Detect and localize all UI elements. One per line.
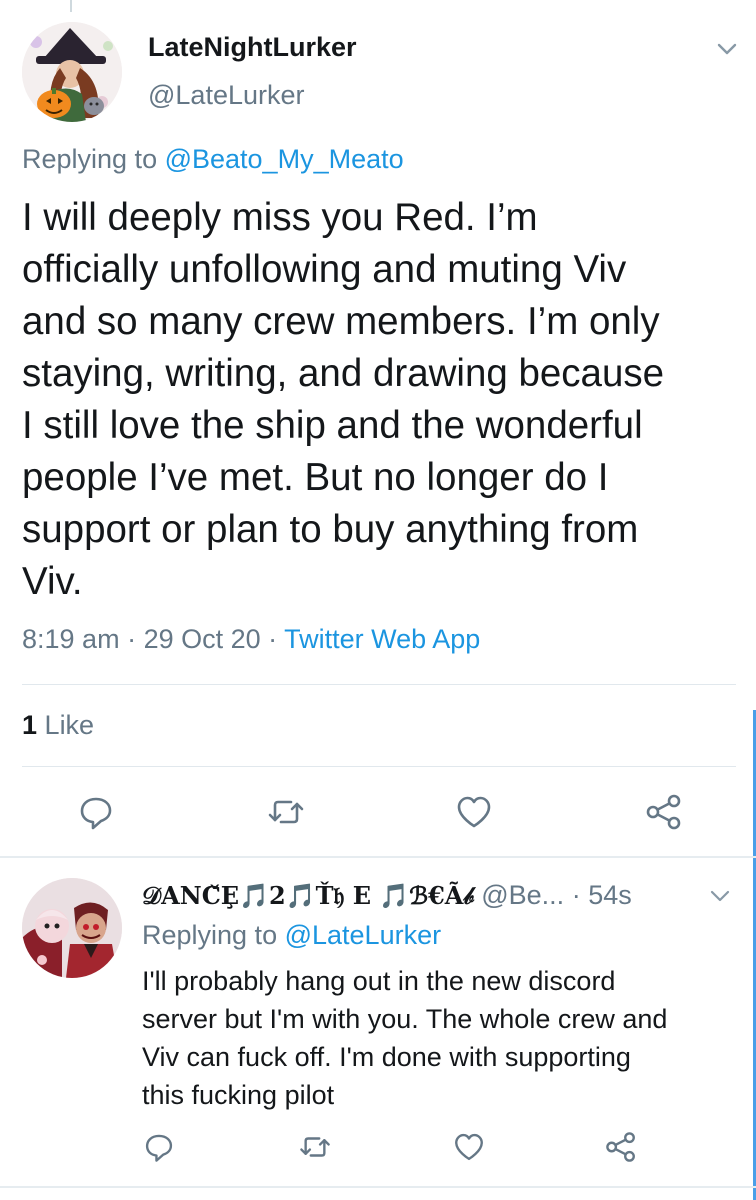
tweet-body-line: Viv can fuck off. I'm done with supporti… xyxy=(142,1042,631,1072)
divider xyxy=(22,766,736,767)
replying-prefix: Replying to xyxy=(142,920,285,950)
like-label: Like xyxy=(44,710,95,740)
heart-icon[interactable] xyxy=(452,1130,486,1164)
avatar[interactable] xyxy=(22,878,122,978)
tweet-meta: 8:19 am · 29 Oct 20 · Twitter Web App xyxy=(22,624,481,654)
divider xyxy=(22,684,736,685)
replying-to: Replying to @Beato_My_Meato xyxy=(22,144,404,175)
main-tweet: LateNightLurker @LateLurker Replying to … xyxy=(0,0,756,856)
likes-summary[interactable]: 1 Like xyxy=(22,710,94,741)
replying-to-mention[interactable]: @Beato_My_Meato xyxy=(165,144,404,174)
tweet-body-line: officially unfollowing and muting Viv xyxy=(22,248,627,291)
tweet-time[interactable]: 8:19 am xyxy=(22,624,120,654)
like-count: 1 xyxy=(22,710,38,740)
avatar-image xyxy=(22,878,122,978)
tweet-time-ago[interactable]: 54s xyxy=(588,880,632,910)
user-handle[interactable]: @LateLurker xyxy=(148,80,305,111)
avatar[interactable] xyxy=(22,22,122,122)
tweet-body-line: and so many crew members. I’m only xyxy=(22,300,660,343)
avatar-image xyxy=(22,22,122,122)
retweet-icon[interactable] xyxy=(266,792,306,832)
tweet-separator xyxy=(0,1186,756,1188)
tweet-body: I will deeply miss you Red. I’m official… xyxy=(22,192,742,608)
replying-prefix: Replying to xyxy=(22,144,165,174)
reply-icon[interactable] xyxy=(142,1130,176,1164)
share-icon[interactable] xyxy=(604,1130,638,1164)
tweet-body: I'll probably hang out in the new discor… xyxy=(142,962,742,1114)
replying-to: Replying to @LateLurker xyxy=(142,920,441,951)
chevron-down-icon[interactable] xyxy=(714,36,740,62)
display-name[interactable]: 𝒟AN𝐂̌Ȩ🎵2🎵Ť𝔥 E 🎵ℬ€Ã𝒷 xyxy=(142,881,474,910)
tweet-body-line: support or plan to buy anything from xyxy=(22,508,639,551)
replying-to-mention[interactable]: @LateLurker xyxy=(285,920,442,950)
tweet-body-line: Viv. xyxy=(22,560,83,603)
reply-icon[interactable] xyxy=(76,792,116,832)
reply-header: 𝒟AN𝐂̌Ȩ🎵2🎵Ť𝔥 E 🎵ℬ€Ã𝒷 @Be... · 54s xyxy=(142,880,632,910)
tweet-separator xyxy=(0,856,756,858)
tweet-body-line: people I’ve met. But no longer do I xyxy=(22,456,609,499)
display-name[interactable]: LateNightLurker xyxy=(148,32,357,63)
tweet-source[interactable]: Twitter Web App xyxy=(284,624,480,654)
tweet-date[interactable]: 29 Oct 20 xyxy=(144,624,261,654)
tweet-body-line: I still love the ship and the wonderful xyxy=(22,404,643,447)
tweet-body-line: this fucking pilot xyxy=(142,1080,335,1110)
user-handle[interactable]: @Be... xyxy=(481,880,564,910)
tweet-body-line: staying, writing, and drawing because xyxy=(22,352,665,395)
heart-icon[interactable] xyxy=(454,792,494,832)
tweet-body-line: server but I'm with you. The whole crew … xyxy=(142,1004,668,1034)
chevron-down-icon[interactable] xyxy=(708,884,732,908)
tweet-body-line: I'll probably hang out in the new discor… xyxy=(142,966,616,996)
share-icon[interactable] xyxy=(644,792,684,832)
retweet-icon[interactable] xyxy=(298,1130,332,1164)
tweet-body-line: I will deeply miss you Red. I’m xyxy=(22,196,538,239)
